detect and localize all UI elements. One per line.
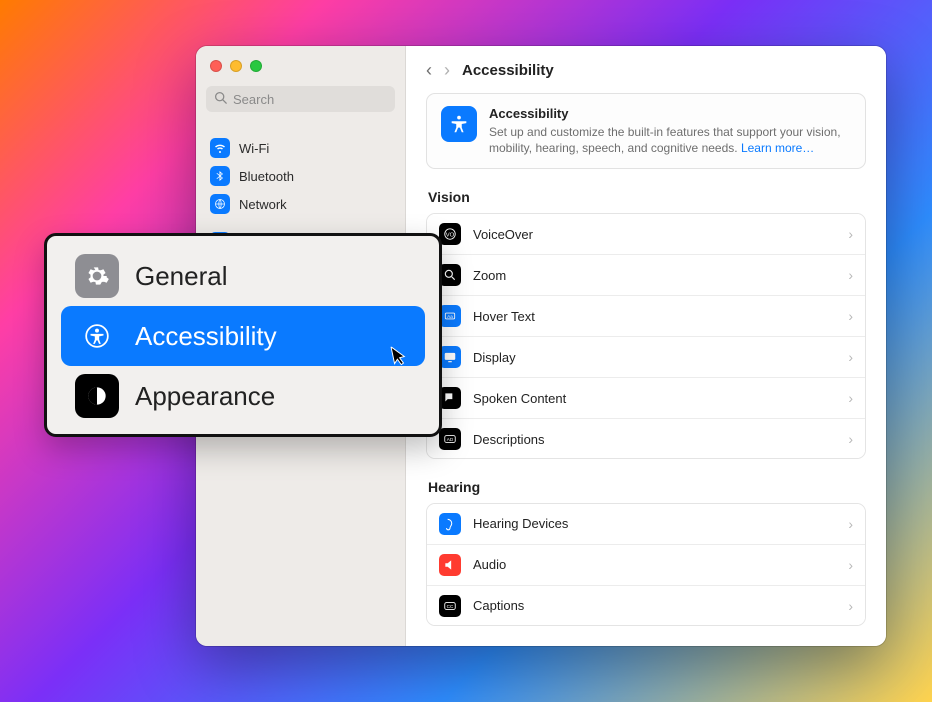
close-button[interactable]	[210, 60, 222, 72]
sidebar-callout: General Accessibility Appearance	[44, 233, 442, 437]
audio-icon	[439, 554, 461, 576]
displayv-icon	[439, 346, 461, 368]
row-voiceover[interactable]: VO VoiceOver ›	[427, 214, 865, 255]
row-label: Descriptions	[473, 432, 836, 447]
chevron-right-icon: ›	[848, 390, 853, 406]
sidebar-item-label: Wi-Fi	[239, 141, 269, 156]
content-pane: ‹ › Accessibility Accessibility Set up a…	[406, 46, 886, 646]
accessibility-icon	[75, 314, 119, 358]
svg-text:Aa: Aa	[447, 314, 453, 319]
row-hearing-devices[interactable]: Hearing Devices ›	[427, 504, 865, 545]
chevron-right-icon: ›	[848, 431, 853, 447]
hovertext-icon: Aa	[439, 305, 461, 327]
chevron-right-icon: ›	[848, 349, 853, 365]
forward-button[interactable]: ›	[444, 60, 450, 81]
row-display[interactable]: Display ›	[427, 337, 865, 378]
info-title: Accessibility	[489, 106, 851, 121]
descriptions-icon: AD	[439, 428, 461, 450]
row-label: Zoom	[473, 268, 836, 283]
sidebar-item-label: Bluetooth	[239, 169, 294, 184]
search-input[interactable]: Search	[206, 86, 395, 112]
row-audio[interactable]: Audio ›	[427, 545, 865, 586]
callout-item-general[interactable]: General	[61, 246, 425, 306]
spoken-icon	[439, 387, 461, 409]
network-icon	[210, 194, 230, 214]
nav-row: ‹ › Accessibility	[426, 56, 866, 93]
section-vision-title: Vision	[428, 189, 866, 205]
minimize-button[interactable]	[230, 60, 242, 72]
row-spoken-content[interactable]: Spoken Content ›	[427, 378, 865, 419]
chevron-right-icon: ›	[848, 226, 853, 242]
chevron-right-icon: ›	[848, 516, 853, 532]
row-label: Audio	[473, 557, 836, 572]
fullscreen-button[interactable]	[250, 60, 262, 72]
row-label: Hover Text	[473, 309, 836, 324]
window-controls	[196, 46, 405, 86]
section-hearing-title: Hearing	[428, 479, 866, 495]
callout-item-appearance[interactable]: Appearance	[61, 366, 425, 426]
hearing-panel: Hearing Devices › Audio › CC Captions ›	[426, 503, 866, 626]
appearance-icon	[75, 374, 119, 418]
row-label: Display	[473, 350, 836, 365]
search-placeholder: Search	[233, 92, 274, 107]
learn-more-link[interactable]: Learn more…	[741, 141, 814, 155]
row-descriptions[interactable]: AD Descriptions ›	[427, 419, 865, 458]
gear-icon	[75, 254, 119, 298]
row-label: Captions	[473, 598, 836, 613]
bluetooth-icon	[210, 166, 230, 186]
zoom-icon	[439, 264, 461, 286]
accessibility-icon	[441, 106, 477, 142]
chevron-right-icon: ›	[848, 308, 853, 324]
callout-label-accessibility: Accessibility	[135, 321, 277, 352]
sidebar-item-wi-fi[interactable]: Wi-Fi	[202, 134, 399, 162]
row-label: Hearing Devices	[473, 516, 836, 531]
chevron-right-icon: ›	[848, 557, 853, 573]
row-hover-text[interactable]: Aa Hover Text ›	[427, 296, 865, 337]
page-title: Accessibility	[462, 62, 554, 79]
row-captions[interactable]: CC Captions ›	[427, 586, 865, 626]
svg-text:CC: CC	[447, 604, 454, 609]
chevron-right-icon: ›	[848, 267, 853, 283]
hearing-icon	[439, 513, 461, 535]
callout-label-appearance: Appearance	[135, 381, 275, 412]
sidebar-item-network[interactable]: Network	[202, 190, 399, 218]
back-button[interactable]: ‹	[426, 60, 432, 81]
vision-panel: VOVoiceOver›Zoom›AaHover Text›Display›Sp…	[426, 213, 866, 458]
row-label: VoiceOver	[473, 227, 836, 242]
sidebar-item-label: Network	[239, 197, 287, 212]
search-icon	[214, 91, 227, 107]
sidebar-item-bluetooth[interactable]: Bluetooth	[202, 162, 399, 190]
row-zoom[interactable]: Zoom ›	[427, 255, 865, 296]
svg-text:AD: AD	[447, 437, 454, 442]
callout-label-general: General	[135, 261, 228, 292]
callout-item-accessibility[interactable]: Accessibility	[61, 306, 425, 366]
info-card: Accessibility Set up and customize the b…	[426, 93, 866, 169]
svg-text:VO: VO	[446, 233, 455, 239]
wifi-icon	[210, 138, 230, 158]
chevron-right-icon: ›	[848, 598, 853, 614]
row-label: Spoken Content	[473, 391, 836, 406]
voiceover-icon: VO	[439, 223, 461, 245]
captions-icon: CC	[439, 595, 461, 617]
